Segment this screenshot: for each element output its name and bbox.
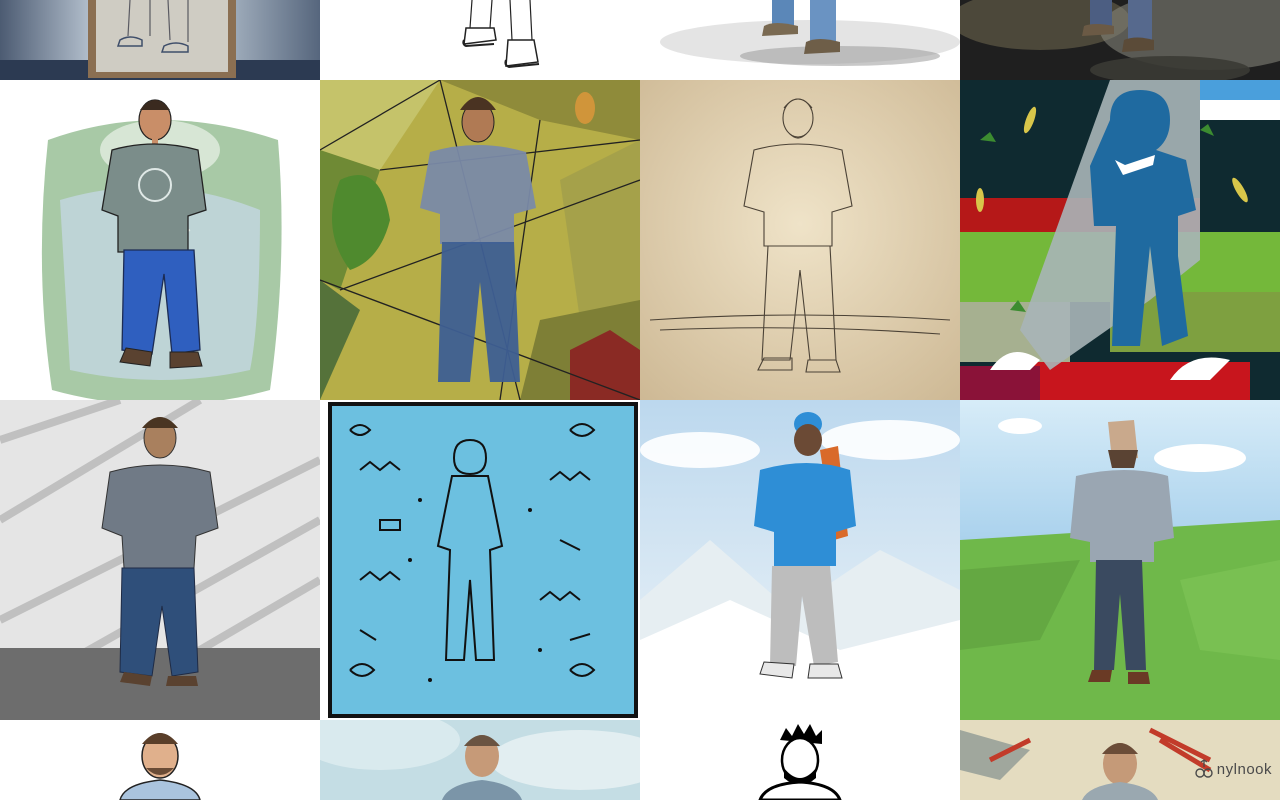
artwork-tile-mountain-painting[interactable] <box>640 400 960 720</box>
artwork-image <box>320 400 640 720</box>
artwork-image <box>0 0 320 80</box>
artwork-tile-comic-line[interactable] <box>0 720 320 800</box>
artwork-image <box>640 0 960 80</box>
artwork-image <box>0 400 320 720</box>
artwork-tile-charcoal-streaks[interactable] <box>0 400 320 720</box>
artwork-image <box>0 80 320 400</box>
artwork-tile-expressive-brush[interactable]: nylnook <box>960 720 1280 800</box>
artwork-tile-soft-watercolor[interactable] <box>320 720 640 800</box>
artwork-tile-low-poly[interactable] <box>960 400 1280 720</box>
artwork-tile-watercolor-feet[interactable] <box>640 0 960 80</box>
artwork-tile-dark-smoke[interactable] <box>960 0 1280 80</box>
artwork-tile-bold-ink[interactable] <box>640 720 960 800</box>
watermark: nylnook <box>1194 758 1272 780</box>
artwork-tile-stained-glass[interactable] <box>320 80 640 400</box>
artwork-tile-sketch-photo[interactable] <box>0 0 320 80</box>
artwork-image <box>640 80 960 400</box>
artwork-image <box>960 80 1280 400</box>
artwork-tile-ink-line[interactable] <box>320 0 640 80</box>
artwork-tile-pencil-parchment[interactable] <box>640 80 960 400</box>
artwork-image <box>640 720 960 800</box>
artwork-tile-flat-cutout[interactable] <box>960 80 1280 400</box>
artwork-image <box>960 0 1280 80</box>
artwork-gallery: nylnook <box>0 0 1280 800</box>
artwork-image <box>320 0 640 80</box>
artwork-image <box>0 720 320 800</box>
watermark-text: nylnook <box>1216 760 1272 778</box>
nylnook-logo-icon <box>1195 759 1213 778</box>
artwork-image <box>960 400 1280 720</box>
artwork-image <box>320 80 640 400</box>
artwork-tile-doodle-pattern[interactable] <box>320 400 640 720</box>
artwork-image <box>640 400 960 720</box>
artwork-tile-watercolor-sketch[interactable] <box>0 80 320 400</box>
artwork-image <box>320 720 640 800</box>
